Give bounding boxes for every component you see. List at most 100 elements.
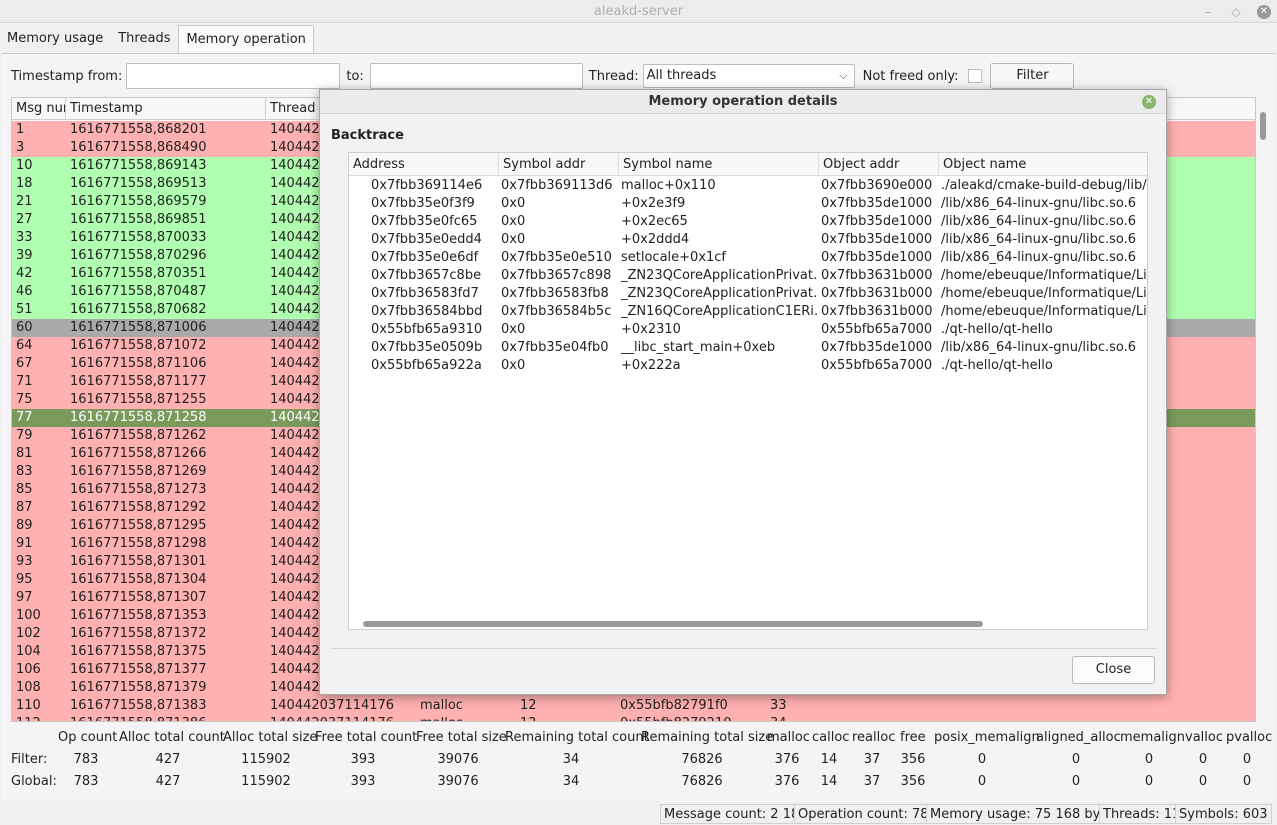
dialog-close-button[interactable]: Close [1072, 656, 1155, 684]
cell-timestamp: 1616771558,871106 [70, 356, 207, 371]
backtrace-row[interactable]: 0x7fbb369114e6 0x7fbb369113d6 malloc+0x110… [349, 177, 1148, 195]
column-header-msg[interactable]: Msg nur [12, 98, 66, 120]
bt-symbol-addr: 0x7fbb3657c898 [501, 268, 612, 283]
cell-msg: 83 [16, 464, 33, 479]
thread-select[interactable]: All threads ⌵ [642, 64, 855, 88]
cell-timestamp: 1616771558,871304 [70, 572, 207, 587]
bt-symbol-name: malloc+0x110 [621, 178, 716, 193]
bt-symbol-addr: 0x0 [501, 358, 526, 373]
bt-address: 0x55bfb65a9310 [371, 322, 483, 337]
cell-msg: 10 [16, 158, 33, 173]
stats-value: 0 [1144, 774, 1154, 789]
backtrace-row[interactable]: 0x7fbb3657c8be 0x7fbb3657c898 _ZN23QCoreAp… [349, 267, 1147, 285]
bt-object-name: /home/ebeuque/Informatique/Lib/ [941, 286, 1148, 301]
backtrace-row[interactable]: 0x7fbb36584bbd 0x7fbb36584b5c _ZN16QCoreAp… [349, 303, 1147, 321]
bt-address: 0x7fbb35e0e6df [371, 250, 479, 265]
cell-size: 12 [520, 698, 537, 713]
stats-value: 427 [155, 774, 181, 789]
column-header-address[interactable]: Address [349, 153, 499, 176]
backtrace-row[interactable]: 0x7fbb35e0fc65 0x0 +0x2ec65 0x7fbb35de1000 /… [349, 213, 1147, 231]
cell-timestamp: 1616771558,871262 [70, 428, 207, 443]
cell-msg: 3 [16, 140, 25, 155]
dialog-close-icon[interactable]: ✕ [1142, 95, 1156, 109]
stats-value: 376 [774, 752, 800, 767]
backtrace-row[interactable]: 0x55bfb65a9310 0x0 +0x2310 0x55bfb65a7000 ./… [349, 321, 1147, 339]
backtrace-horizontal-scrollbar[interactable] [363, 621, 983, 627]
table-row[interactable]: 112 1616771558,871386 140442037114176 mallo… [12, 715, 1255, 721]
bt-object-name: ./aleakd/cmake-build-debug/lib/liba [941, 178, 1148, 193]
bt-object-name: /lib/x86_64-linux-gnu/libc.so.6 [941, 250, 1137, 265]
backtrace-row[interactable]: 0x55bfb65a922a 0x0 +0x222a 0x55bfb65a7000 ./… [349, 357, 1147, 375]
backtrace-heading: Backtrace [331, 128, 404, 143]
column-header-symbol-name[interactable]: Symbol name [619, 153, 819, 176]
stats-value: 34 [562, 752, 580, 767]
minimize-icon[interactable]: – [1201, 5, 1215, 19]
cell-msg: 100 [16, 608, 41, 623]
cell-timestamp: 1616771558,870351 [70, 266, 207, 281]
cell-timestamp: 1616771558,871292 [70, 500, 207, 515]
cell-msg: 97 [16, 590, 33, 605]
stats-row-label: Global: [11, 774, 57, 789]
stats-value: 37 [863, 774, 881, 789]
stats-value: 783 [73, 752, 99, 767]
close-icon[interactable]: ✕ [1257, 4, 1271, 19]
column-header-object-addr[interactable]: Object addr [819, 153, 939, 176]
status-symbols: Symbols: 603 [1175, 804, 1272, 824]
tab-threads[interactable]: Threads [111, 25, 178, 53]
dialog-titlebar: Memory operation details ✕ [320, 90, 1166, 114]
dialog-title: Memory operation details [648, 94, 838, 109]
cell-timestamp: 1616771558,871006 [70, 320, 207, 335]
backtrace-row[interactable]: 0x7fbb35e0edd4 0x0 +0x2ddd4 0x7fbb35de1000 /… [349, 231, 1147, 249]
tab-memory-operation[interactable]: Memory operation [178, 25, 314, 54]
tab-memory-usage[interactable]: Memory usage [0, 25, 111, 53]
cell-timestamp: 1616771558,870033 [70, 230, 207, 245]
backtrace-table[interactable]: Address Symbol addr Symbol name Object a… [348, 152, 1148, 630]
dialog-separator [331, 648, 1157, 649]
filter-button[interactable]: Filter [990, 63, 1075, 89]
to-label: to: [346, 68, 364, 84]
stats-value: 356 [900, 752, 926, 767]
bt-object-addr: 0x7fbb35de1000 [821, 250, 933, 265]
table-vertical-scrollbar[interactable] [1257, 97, 1271, 722]
cell-msg: 79 [16, 428, 33, 443]
cell-extra: 34 [770, 715, 787, 721]
timestamp-from-input[interactable] [126, 63, 341, 89]
timestamp-from-label: Timestamp from: [11, 68, 123, 84]
cell-msg: 87 [16, 500, 33, 515]
column-header-timestamp[interactable]: Timestamp [66, 98, 266, 120]
backtrace-row[interactable]: 0x7fbb35e0f3f9 0x0 +0x2e3f9 0x7fbb35de1000 /… [349, 195, 1147, 213]
bt-object-addr: 0x7fbb3631b000 [821, 268, 933, 283]
backtrace-row[interactable]: 0x7fbb35e0e6df 0x7fbb35e0e510 setlocale+0x… [349, 249, 1147, 267]
stats-value: 115902 [241, 774, 291, 789]
backtrace-row[interactable]: 0x7fbb36583fd7 0x7fbb36583fb8 _ZN23QCoreAp… [349, 285, 1148, 303]
bt-symbol-name: +0x2ec65 [621, 214, 688, 229]
stats-value: 14 [820, 774, 838, 789]
status-threads: Threads: 11 [1099, 804, 1185, 824]
table-row[interactable]: 110 1616771558,871383 140442037114176 mallo… [12, 697, 1255, 715]
thread-label: Thread: [588, 68, 639, 84]
backtrace-row[interactable]: 0x7fbb35e0509b 0x7fbb35e04fb0 __libc_start… [349, 339, 1147, 357]
bt-symbol-addr: 0x7fbb369113d6 [501, 178, 613, 193]
cell-msg: 39 [16, 248, 33, 263]
cell-thread: 140442037114176 [270, 698, 395, 713]
scrollbar-thumb[interactable] [1260, 112, 1266, 140]
timestamp-to-input[interactable] [369, 63, 583, 89]
cell-msg: 64 [16, 338, 33, 353]
stats-value: 34 [562, 774, 580, 789]
column-header-object-name[interactable]: Object name [939, 153, 1147, 176]
cell-timestamp: 1616771558,871383 [70, 698, 207, 713]
stats-value: 76826 [681, 752, 723, 767]
not-freed-checkbox[interactable] [968, 69, 983, 83]
maximize-icon[interactable]: ◇ [1229, 5, 1243, 19]
cell-timestamp: 1616771558,870296 [70, 248, 207, 263]
cell-msg: 106 [16, 662, 41, 677]
bt-address: 0x7fbb35e0509b [371, 340, 483, 355]
column-header-symbol-addr[interactable]: Symbol addr [499, 153, 619, 176]
cell-msg: 85 [16, 482, 33, 497]
bt-symbol-addr: 0x0 [501, 322, 526, 337]
stats-value: 0 [977, 752, 987, 767]
bt-object-addr: 0x7fbb35de1000 [821, 232, 933, 247]
cell-msg: 110 [16, 698, 41, 713]
cell-timestamp: 1616771558,869579 [70, 194, 207, 209]
bt-object-addr: 0x7fbb3631b000 [821, 286, 933, 301]
